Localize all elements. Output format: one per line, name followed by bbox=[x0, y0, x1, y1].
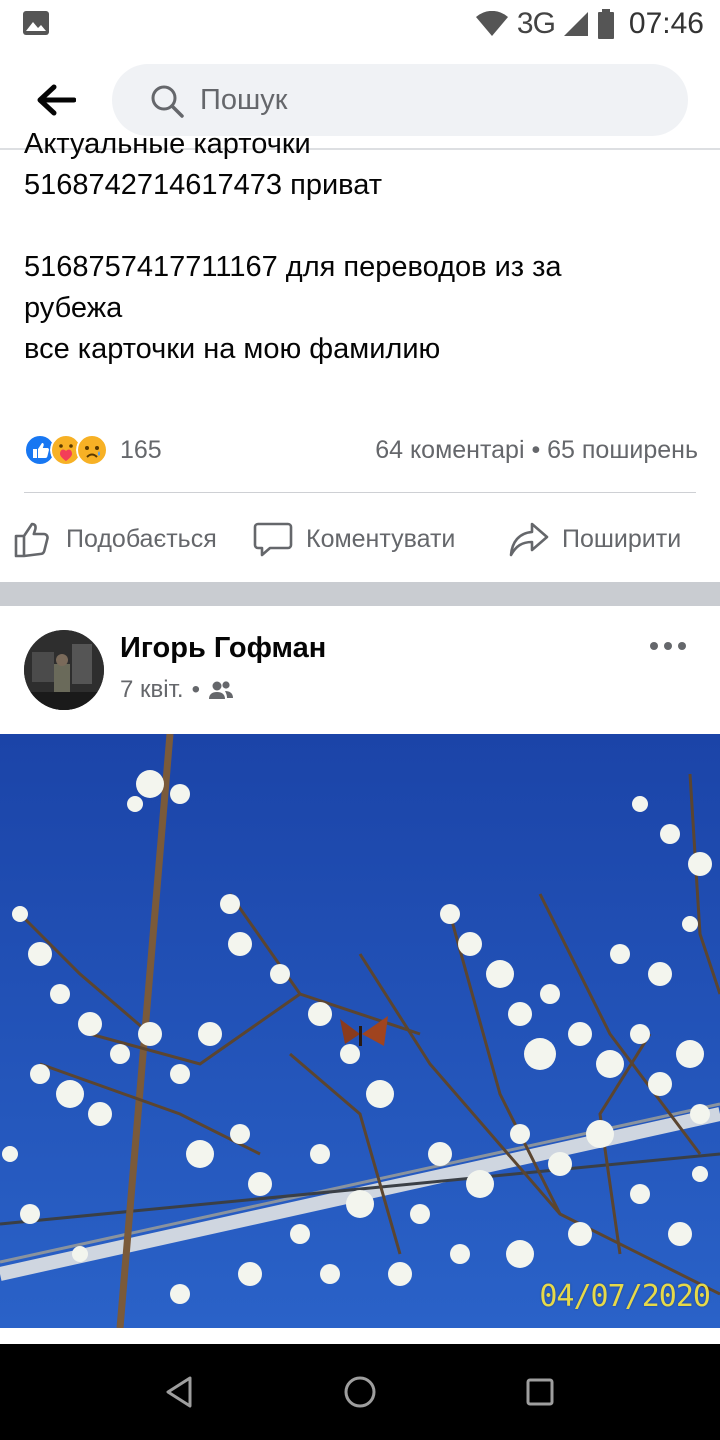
post-header: Игорь Гофман 7 квіт. • bbox=[0, 606, 720, 734]
post-text-line: 5168742714617473 приват bbox=[24, 169, 382, 201]
reactions-summary[interactable]: 165 64 коментарі • 65 поширень bbox=[24, 428, 698, 472]
arrow-left-icon bbox=[37, 84, 76, 116]
post-text-line: Актуальные карточки bbox=[24, 128, 311, 160]
reaction-count: 165 bbox=[120, 435, 162, 464]
post-date[interactable]: 7 квіт. bbox=[120, 676, 184, 704]
nav-recents-icon[interactable] bbox=[520, 1372, 560, 1412]
status-bar: 3G 07:46 bbox=[0, 0, 720, 50]
post-footer-strip bbox=[0, 1328, 720, 1344]
share-label: Поширити bbox=[562, 524, 682, 553]
divider bbox=[24, 492, 696, 493]
friends-icon bbox=[209, 681, 234, 699]
avatar[interactable] bbox=[24, 630, 104, 710]
post-meta: 7 квіт. • bbox=[120, 676, 234, 704]
thumbs-up-icon bbox=[14, 522, 49, 558]
nav-home-icon[interactable] bbox=[340, 1372, 380, 1412]
share-arrow-icon bbox=[509, 522, 549, 557]
post-text-line: рубежа bbox=[24, 292, 123, 324]
signal-icon bbox=[563, 12, 588, 36]
magnifier-icon bbox=[151, 85, 184, 118]
comment-label: Коментувати bbox=[306, 524, 456, 553]
comments-shares-count[interactable]: 64 коментарі • 65 поширень bbox=[375, 436, 698, 465]
feed-separator bbox=[0, 582, 720, 606]
post-text-line bbox=[24, 206, 704, 247]
search-input[interactable] bbox=[200, 76, 660, 124]
author-name[interactable]: Игорь Гофман bbox=[120, 632, 326, 665]
battery-icon bbox=[597, 9, 614, 39]
photo-date-stamp: 04/07/2020 bbox=[539, 1279, 711, 1314]
like-label: Подобається bbox=[66, 524, 217, 553]
post-photo[interactable]: 04/07/2020 bbox=[0, 734, 720, 1328]
reaction-icons bbox=[24, 434, 108, 466]
comment-button[interactable]: Коментувати bbox=[252, 516, 455, 562]
back-button[interactable] bbox=[30, 78, 82, 122]
more-options-icon[interactable] bbox=[646, 634, 690, 658]
post-text: Актуальные карточки 5168742714617473 при… bbox=[24, 124, 704, 414]
gallery-icon bbox=[23, 11, 49, 35]
sad-reaction-icon bbox=[76, 434, 108, 466]
wifi-icon bbox=[475, 11, 508, 36]
meta-dot: • bbox=[191, 676, 201, 703]
clock: 07:46 bbox=[628, 7, 704, 40]
navigation-bar bbox=[0, 1344, 720, 1440]
avatar-photo bbox=[24, 630, 104, 710]
share-button[interactable]: Поширити bbox=[508, 516, 681, 562]
status-indicators: 3G 07:46 bbox=[475, 6, 704, 42]
nav-back-icon[interactable] bbox=[160, 1372, 200, 1412]
post-text-line: все карточки на мою фамилию bbox=[24, 333, 441, 365]
network-type: 3G bbox=[516, 7, 556, 40]
blossom-branches-image bbox=[0, 734, 720, 1328]
comment-bubble-icon bbox=[253, 522, 293, 557]
post-actions: Подобається Коментувати Поширити bbox=[0, 508, 720, 570]
like-button[interactable]: Подобається bbox=[12, 516, 217, 562]
post-text-line: 5168757417711167 для переводов из за bbox=[24, 251, 562, 283]
